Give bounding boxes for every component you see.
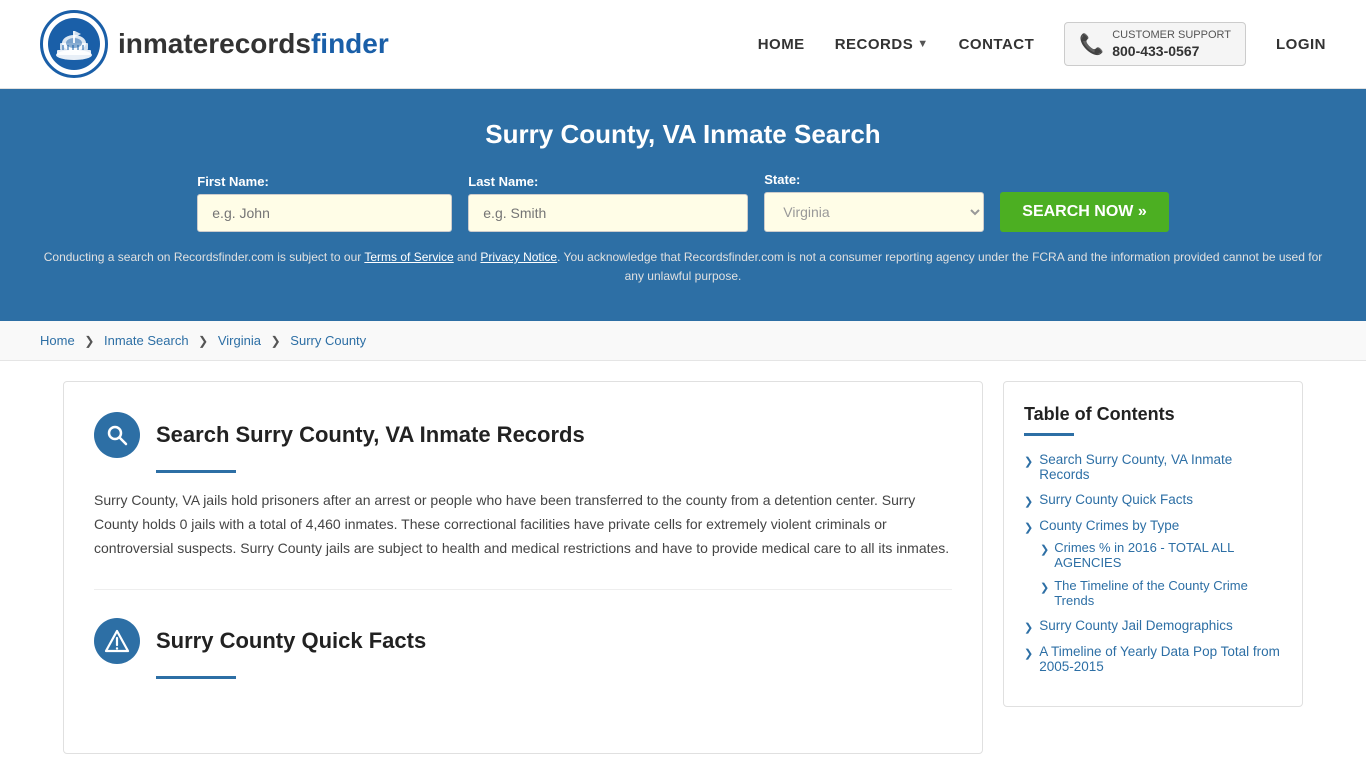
first-name-label: First Name:: [197, 174, 269, 189]
chevron-right-icon: ❯: [1024, 521, 1033, 534]
site-header: inmaterecordsfinder HOME RECORDS ▼ CONTA…: [0, 0, 1366, 89]
toc-link-jail-demographics[interactable]: ❯ Surry County Jail Demographics: [1024, 618, 1282, 634]
state-label: State:: [764, 172, 800, 187]
login-button[interactable]: LOGIN: [1276, 36, 1326, 53]
toc-item-quick-facts: ❯ Surry County Quick Facts: [1024, 492, 1282, 508]
last-name-group: Last Name:: [468, 174, 748, 232]
chevron-right-icon: ❯: [1040, 581, 1049, 594]
breadcrumb: Home ❯ Inmate Search ❯ Virginia ❯ Surry …: [0, 321, 1366, 361]
hero-title: Surry County, VA Inmate Search: [40, 119, 1326, 150]
inmate-records-title: Search Surry County, VA Inmate Records: [156, 422, 585, 448]
search-icon: [94, 412, 140, 458]
toc-item-yearly-data: ❯ A Timeline of Yearly Data Pop Total fr…: [1024, 644, 1282, 674]
warning-icon: [94, 618, 140, 664]
last-name-label: Last Name:: [468, 174, 538, 189]
state-group: State: Virginia: [764, 172, 984, 232]
chevron-right-icon: ❯: [1024, 495, 1033, 508]
toc-sub-list-crimes: ❯ Crimes % in 2016 - TOTAL ALL AGENCIES …: [1024, 540, 1282, 608]
hero-section: Surry County, VA Inmate Search First Nam…: [0, 89, 1366, 321]
logo-text: inmaterecordsfinder: [118, 28, 389, 60]
toc-sub-item-timeline-crime: ❯ The Timeline of the County Crime Trend…: [1040, 578, 1282, 608]
breadcrumb-sep-2: ❯: [198, 334, 208, 348]
chevron-right-icon: ❯: [1024, 621, 1033, 634]
toc-list: ❯ Search Surry County, VA Inmate Records…: [1024, 452, 1282, 674]
breadcrumb-sep-3: ❯: [271, 334, 281, 348]
breadcrumb-inmate-search[interactable]: Inmate Search: [104, 333, 189, 348]
breadcrumb-state[interactable]: Virginia: [218, 333, 261, 348]
toc-item-inmate-records: ❯ Search Surry County, VA Inmate Records: [1024, 452, 1282, 482]
inmate-records-section: Search Surry County, VA Inmate Records S…: [94, 412, 952, 589]
chevron-down-icon: ▼: [917, 38, 928, 50]
breadcrumb-sep-1: ❯: [84, 334, 94, 348]
nav-records[interactable]: RECORDS ▼: [835, 36, 929, 53]
support-info: CUSTOMER SUPPORT 800-433-0567: [1112, 29, 1231, 58]
breadcrumb-home[interactable]: Home: [40, 333, 75, 348]
quick-facts-title: Surry County Quick Facts: [156, 628, 426, 654]
first-name-group: First Name:: [197, 174, 452, 232]
quick-facts-header: Surry County Quick Facts: [94, 618, 952, 664]
chevron-right-icon: ❯: [1024, 647, 1033, 660]
toc-item-county-crimes: ❯ County Crimes by Type ❯ Crimes % in 20…: [1024, 518, 1282, 608]
toc-sub-link-crimes-2016[interactable]: ❯ Crimes % in 2016 - TOTAL ALL AGENCIES: [1040, 540, 1282, 570]
logo-icon: [40, 10, 108, 78]
breadcrumb-county: Surry County: [290, 333, 366, 348]
toc-sub-item-crimes-2016: ❯ Crimes % in 2016 - TOTAL ALL AGENCIES: [1040, 540, 1282, 570]
disclaimer-text: Conducting a search on Recordsfinder.com…: [40, 248, 1326, 286]
phone-icon: 📞: [1079, 32, 1104, 57]
section-underline-1: [156, 470, 236, 473]
last-name-input[interactable]: [468, 194, 748, 232]
customer-support-box: 📞 CUSTOMER SUPPORT 800-433-0567: [1064, 22, 1246, 65]
state-select[interactable]: Virginia: [764, 192, 984, 232]
search-form: First Name: Last Name: State: Virginia S…: [40, 172, 1326, 232]
nav-contact[interactable]: CONTACT: [959, 36, 1035, 53]
toc-sub-link-timeline-crime[interactable]: ❯ The Timeline of the County Crime Trend…: [1040, 578, 1282, 608]
sidebar: Table of Contents ❯ Search Surry County,…: [1003, 381, 1303, 707]
toc-item-jail-demographics: ❯ Surry County Jail Demographics: [1024, 618, 1282, 634]
toc-link-quick-facts[interactable]: ❯ Surry County Quick Facts: [1024, 492, 1282, 508]
content-area: Search Surry County, VA Inmate Records S…: [63, 381, 983, 753]
toc-title: Table of Contents: [1024, 404, 1282, 425]
inmate-records-text: Surry County, VA jails hold prisoners af…: [94, 489, 952, 560]
section-underline-2: [156, 676, 236, 679]
main-nav: HOME RECORDS ▼ CONTACT 📞 CUSTOMER SUPPOR…: [758, 22, 1326, 65]
toc-link-yearly-data[interactable]: ❯ A Timeline of Yearly Data Pop Total fr…: [1024, 644, 1282, 674]
chevron-right-icon: ❯: [1040, 543, 1049, 556]
search-button[interactable]: SEARCH NOW »: [1000, 192, 1168, 232]
main-container: Search Surry County, VA Inmate Records S…: [43, 381, 1323, 753]
chevron-right-icon: ❯: [1024, 455, 1033, 468]
logo-area: inmaterecordsfinder: [40, 10, 389, 78]
toc-link-inmate-records[interactable]: ❯ Search Surry County, VA Inmate Records: [1024, 452, 1282, 482]
nav-home[interactable]: HOME: [758, 36, 805, 53]
privacy-link[interactable]: Privacy Notice: [480, 250, 557, 264]
terms-link[interactable]: Terms of Service: [364, 250, 453, 264]
quick-facts-section: Surry County Quick Facts: [94, 618, 952, 723]
toc-link-county-crimes[interactable]: ❯ County Crimes by Type: [1024, 518, 1282, 534]
first-name-input[interactable]: [197, 194, 452, 232]
inmate-records-header: Search Surry County, VA Inmate Records: [94, 412, 952, 458]
toc-underline: [1024, 433, 1074, 436]
